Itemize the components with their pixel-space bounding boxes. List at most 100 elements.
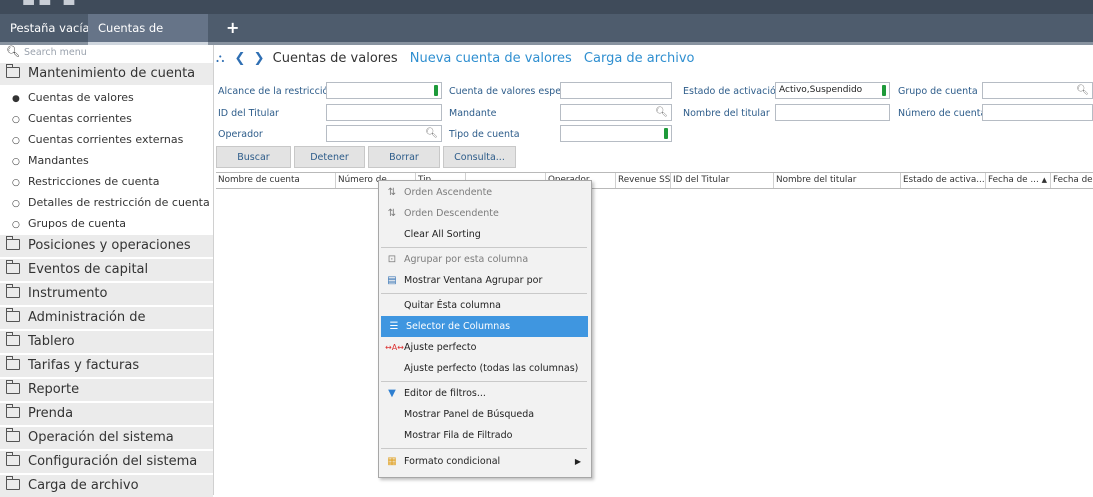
back-arrow-icon[interactable]: ❮	[235, 51, 246, 66]
menu-clear-sorting[interactable]: Clear All Sorting	[379, 224, 589, 245]
sidebar-group-tablero[interactable]: Tablero	[0, 331, 213, 353]
menu-filter-editor[interactable]: ▼ Editor de filtros...	[379, 383, 589, 404]
menu-remove-column[interactable]: Quitar Ésta columna	[379, 295, 589, 316]
menu-column-chooser[interactable]: ☰ Selector de Columnas	[381, 316, 588, 337]
search-icon[interactable]: 🔍︎	[655, 105, 668, 120]
nombre-titular-input[interactable]	[775, 104, 890, 121]
forward-arrow-icon[interactable]: ❯	[254, 51, 265, 66]
sort-ascending-icon: ⇅	[387, 187, 397, 198]
sidebar-group-reporte[interactable]: Reporte	[0, 379, 213, 401]
sidebar: 🔍︎ Search menu Mantenimiento de cuenta ● C…	[0, 45, 214, 497]
tab-cuentas-valores[interactable]: Cuentas de valores	[88, 14, 208, 63]
sidebar-item-cuentas-externas[interactable]: ○ Cuentas corrientes externas	[0, 130, 213, 150]
buscar-button[interactable]: Buscar	[216, 146, 291, 168]
sidebar-group-eventos[interactable]: Eventos de capital	[0, 259, 213, 281]
folder-icon	[6, 356, 20, 370]
menu-group-by-column[interactable]: ⊡ Agrupar por esta columna	[379, 249, 589, 270]
dropdown-icon	[664, 128, 668, 139]
menu-separator	[381, 247, 587, 248]
menu-separator	[381, 293, 587, 294]
dropdown-icon	[882, 85, 886, 96]
operador-label: Operador	[218, 129, 263, 140]
column-context-menu: ⇅ Orden Ascendente ⇅ Orden Descendente Cle…	[378, 180, 592, 478]
borrar-button[interactable]: Borrar	[368, 146, 440, 168]
hierarchy-icon[interactable]: ⛬	[216, 51, 224, 65]
sidebar-group-operacion[interactable]: Operación del sistema	[0, 427, 213, 449]
col-estado[interactable]: Estado de activa...	[901, 173, 986, 188]
bullet-icon: ○	[12, 220, 20, 230]
menu-show-search-panel[interactable]: Mostrar Panel de Búsqueda	[379, 404, 589, 425]
col-revenue-ssi[interactable]: Revenue SSI	[616, 173, 671, 188]
col-nombre-cuenta[interactable]: Nombre de cuenta	[216, 173, 336, 188]
breadcrumb: ⛬ ❮ ❯ Cuentas de valores Nueva cuenta de…	[216, 51, 694, 66]
col-fecha-1[interactable]: Fecha de ... ▲	[986, 173, 1051, 188]
search-icon[interactable]: 🔍︎	[1076, 83, 1089, 98]
menu-best-fit-all[interactable]: Ajuste perfecto (todas las columnas)	[379, 358, 589, 379]
mandante-input[interactable]: 🔍︎	[560, 104, 672, 121]
sidebar-item-detalles-restriccion[interactable]: ○ Detalles de restricción de cuenta	[0, 193, 213, 213]
folder-icon	[6, 404, 20, 418]
folder-icon	[6, 476, 20, 490]
sidebar-item-grupos[interactable]: ○ Grupos de cuenta	[0, 214, 213, 234]
sidebar-item-restricciones[interactable]: ○ Restricciones de cuenta	[0, 172, 213, 192]
menu-show-group-panel[interactable]: ▤ Mostrar Ventana Agrupar por	[379, 270, 589, 291]
folder-icon	[6, 452, 20, 466]
folder-open-icon	[6, 64, 20, 78]
sidebar-item-cuentas-valores[interactable]: ● Cuentas de valores	[0, 88, 213, 108]
detener-button[interactable]: Detener	[294, 146, 365, 168]
add-tab-button[interactable]: +	[226, 14, 239, 42]
sidebar-group-tarifas[interactable]: Tarifas y facturas	[0, 355, 213, 377]
bullet-icon: ●	[12, 94, 20, 104]
espejo-input[interactable]	[560, 82, 672, 99]
mandante-label: Mandante	[449, 108, 497, 119]
folder-icon	[6, 236, 20, 250]
folder-icon	[6, 284, 20, 298]
consulta-button[interactable]: Consulta...	[443, 146, 516, 168]
search-menu[interactable]: 🔍︎ Search menu	[6, 45, 87, 61]
dropdown-icon	[434, 85, 438, 96]
col-fecha-2[interactable]: Fecha de	[1051, 173, 1093, 188]
bullet-icon: ○	[12, 199, 20, 209]
menu-conditional-format[interactable]: ▦ Formato condicional ▶	[379, 451, 589, 472]
estado-select[interactable]: Activo,Suspendido	[775, 82, 890, 99]
bullet-icon: ○	[12, 157, 20, 167]
titular-id-input[interactable]	[326, 104, 442, 121]
folder-icon	[6, 260, 20, 274]
operador-input[interactable]: 🔍︎	[326, 125, 442, 142]
menu-sort-descending[interactable]: ⇅ Orden Descendente	[379, 203, 589, 224]
page-title: Cuentas de valores	[272, 51, 398, 66]
menu-show-filter-row[interactable]: Mostrar Fila de Filtrado	[379, 425, 589, 446]
sidebar-group-prenda[interactable]: Prenda	[0, 403, 213, 425]
file-upload-link[interactable]: Carga de archivo	[584, 51, 695, 66]
alcance-select[interactable]	[326, 82, 442, 99]
menu-separator	[381, 381, 587, 382]
sidebar-group-carga[interactable]: Carga de archivo	[0, 475, 213, 497]
group-panel-icon: ▤	[387, 275, 397, 286]
sidebar-group-mantenimiento[interactable]: Mantenimiento de cuenta	[0, 63, 213, 85]
search-icon[interactable]: 🔍︎	[425, 126, 438, 141]
sidebar-group-posiciones[interactable]: Posiciones y operaciones	[0, 235, 213, 257]
col-nombre-titular[interactable]: Nombre del titular	[774, 173, 901, 188]
sidebar-item-cuentas-corrientes[interactable]: ○ Cuentas corrientes	[0, 109, 213, 129]
tab-bar: Pestaña vacía Cuentas de valores +	[0, 14, 1093, 63]
sidebar-group-participantes[interactable]: Administración de participantes	[0, 307, 213, 347]
numero-input[interactable]	[982, 104, 1093, 121]
sidebar-group-instrumento[interactable]: Instrumento	[0, 283, 213, 305]
col-id-titular[interactable]: ID del Titular	[671, 173, 774, 188]
menu-best-fit[interactable]: ↔A↔ Ajuste perfecto	[379, 337, 589, 358]
tab-empty[interactable]: Pestaña vacía	[10, 14, 90, 42]
conditional-format-icon: ▦	[387, 456, 397, 467]
folder-icon	[6, 428, 20, 442]
tipo-select[interactable]	[560, 125, 672, 142]
search-input[interactable]: Search menu	[24, 47, 87, 58]
menu-sort-ascending[interactable]: ⇅ Orden Ascendente	[379, 182, 589, 203]
grid-header: Nombre de cuenta Número de Tip Operador …	[216, 172, 1093, 189]
new-account-link[interactable]: Nueva cuenta de valores	[410, 51, 572, 66]
app-logo: ▬▬ ▬	[22, 0, 79, 10]
grupo-input[interactable]: 🔍︎	[982, 82, 1093, 99]
numero-label: Número de cuenta	[898, 108, 987, 119]
app-header-strip: ▬▬ ▬	[0, 0, 1093, 14]
sidebar-group-configuracion[interactable]: Configuración del sistema	[0, 451, 213, 473]
sidebar-item-mandantes[interactable]: ○ Mandantes	[0, 151, 213, 171]
bullet-icon: ○	[12, 115, 20, 125]
